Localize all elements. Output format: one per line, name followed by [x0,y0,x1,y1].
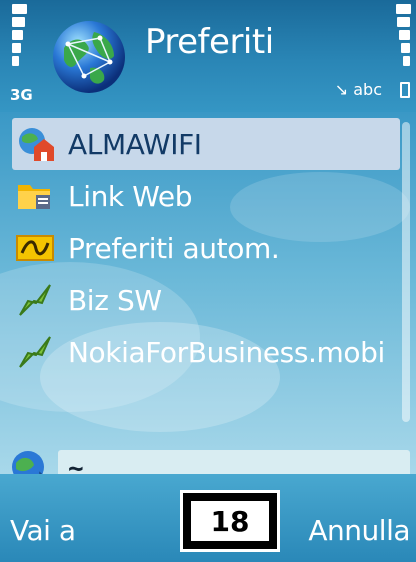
cancel-softkey[interactable]: Annulla [308,514,410,547]
bookmark-list: ALMAWIFI Link Web Preferiti autom. Biz S… [12,118,400,378]
page-title: Preferiti [145,22,274,62]
page-number: 18 [191,501,269,541]
bookmark-list-area: ALMAWIFI Link Web Preferiti autom. Biz S… [0,112,416,474]
auto-bookmarks-icon [16,235,54,261]
pen-icon: ↘ [334,80,349,99]
address-entry: ~ [10,448,410,474]
phone-screen: 3G Preferiti ↘ abc ALMAWIFI Link Web Pre… [0,0,416,562]
bookmark-label: ALMAWIFI [68,127,202,161]
network-type-label: 3G [10,86,33,104]
bookmark-label: Link Web [68,179,193,213]
scrollbar[interactable] [402,122,410,422]
globe-network-icon [53,21,125,93]
list-item[interactable]: NokiaForBusiness.mobi [12,326,400,378]
title-bar: 3G Preferiti ↘ abc [0,0,416,112]
bookmark-label: Preferiti autom. [68,231,280,265]
bookmark-arrow-icon [19,336,51,368]
bookmark-label: NokiaForBusiness.mobi [68,335,385,369]
input-mode-indicator: ↘ abc [335,80,382,99]
battery-level-icon [396,4,411,82]
list-item[interactable]: Link Web [12,170,400,222]
list-item[interactable]: ALMAWIFI [12,118,400,170]
address-input[interactable]: ~ [58,450,410,474]
signal-strength-icon [12,4,27,82]
list-item[interactable]: Preferiti autom. [12,222,400,274]
page-number-badge: 18 [180,490,280,552]
battery-icon [400,82,410,98]
home-wifi-icon [19,128,54,161]
bookmark-arrow-icon [19,284,51,316]
folder-icon [18,185,50,209]
list-item[interactable]: Biz SW [12,274,400,326]
globe-go-icon [12,451,44,474]
go-to-softkey[interactable]: Vai a [10,514,76,547]
bookmark-label: Biz SW [68,283,162,317]
softkey-bar: Vai a 18 Annulla [0,474,416,562]
input-mode-label: abc [353,80,382,99]
